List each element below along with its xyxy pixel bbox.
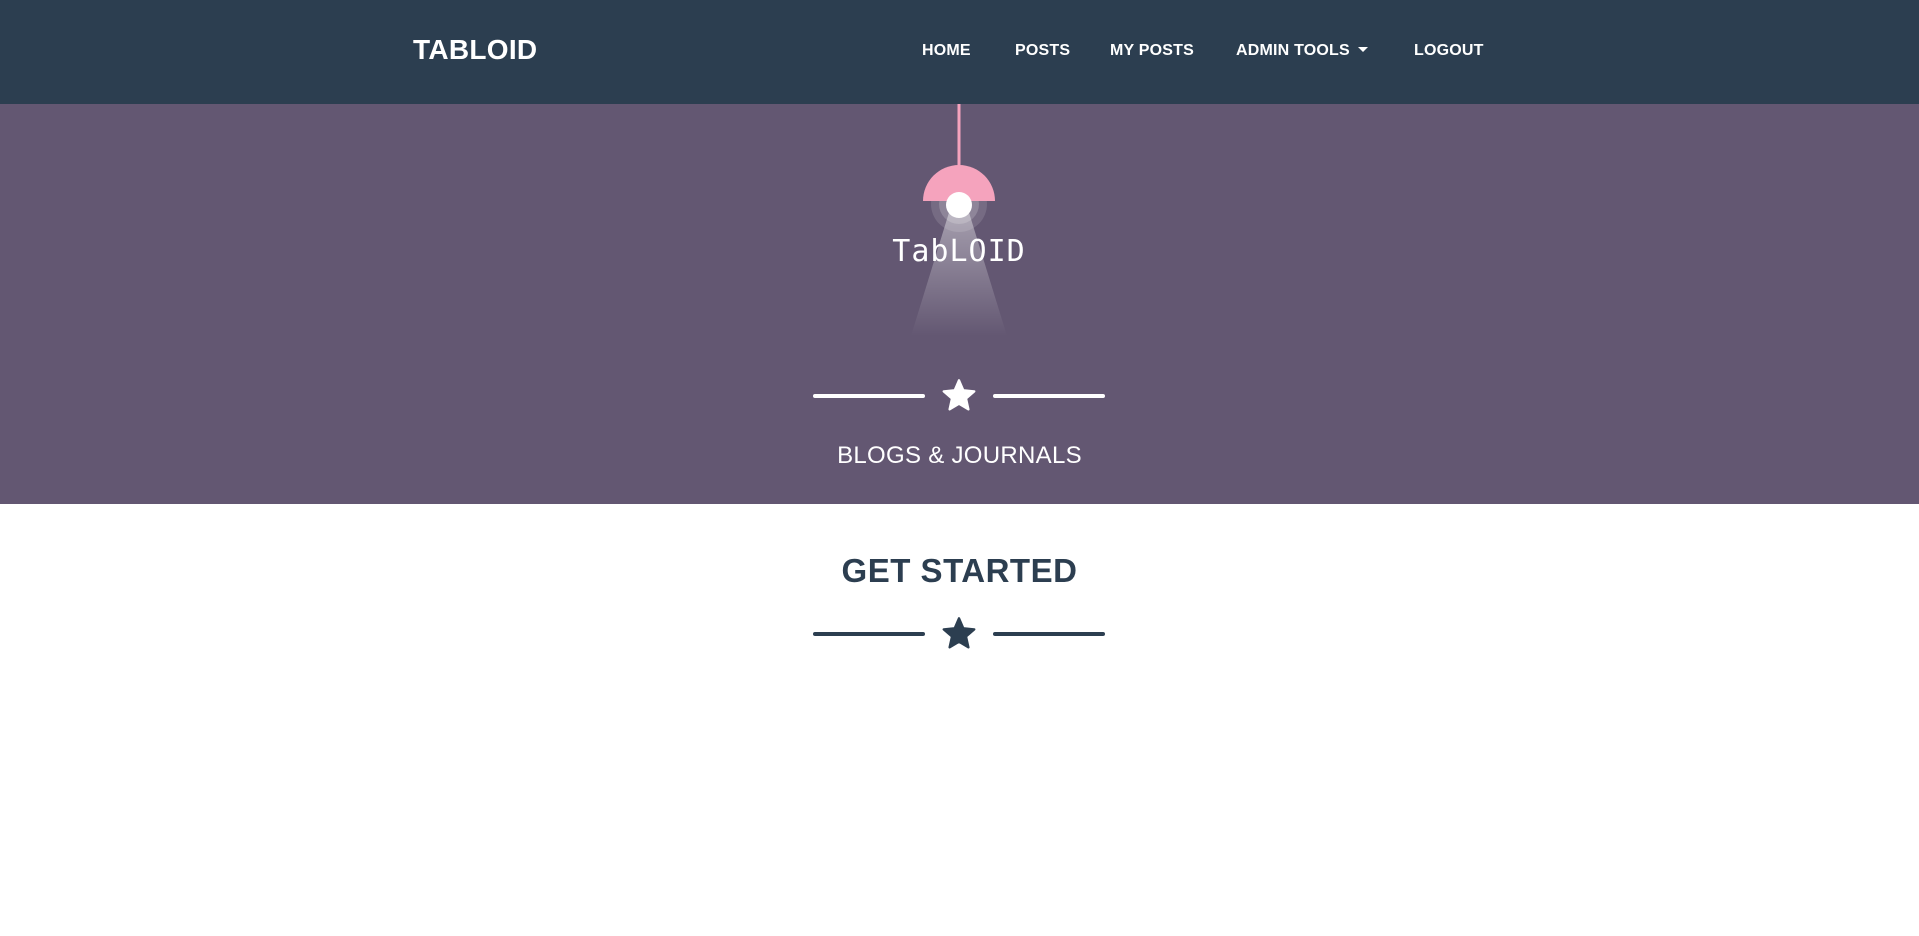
divider-line-right — [993, 394, 1105, 398]
star-icon — [942, 617, 976, 649]
lamp-logo-text: TabLOID — [892, 234, 1026, 269]
masthead: TabLOID BLOGS & JOURNALS — [0, 104, 1919, 504]
nav-logout[interactable]: LOGOUT — [1414, 42, 1484, 60]
nav-admin-tools-dropdown[interactable]: ADMIN TOOLS — [1236, 42, 1368, 60]
nav-posts[interactable]: POSTS — [1015, 42, 1070, 60]
nav-home[interactable]: HOME — [922, 42, 971, 60]
lamp-logo: TabLOID — [879, 104, 1039, 344]
caret-down-icon — [1357, 47, 1368, 52]
star-icon — [942, 379, 976, 411]
divider-line-right — [993, 632, 1105, 636]
nav-my-posts[interactable]: MY POSTS — [1110, 42, 1194, 60]
brand-link[interactable]: TABLOID — [413, 34, 537, 66]
divider-line-left — [813, 632, 925, 636]
masthead-divider — [813, 376, 1105, 416]
tagline: BLOGS & JOURNALS — [837, 442, 1082, 469]
lamp-icon — [911, 104, 1007, 336]
nav-admin-tools-label: ADMIN TOOLS — [1236, 42, 1350, 59]
get-started-heading: GET STARTED — [841, 552, 1078, 589]
navbar: TABLOID HOME POSTS MY POSTS ADMIN TOOLS … — [0, 0, 1919, 104]
get-started-divider — [813, 614, 1105, 654]
divider-line-left — [813, 394, 925, 398]
